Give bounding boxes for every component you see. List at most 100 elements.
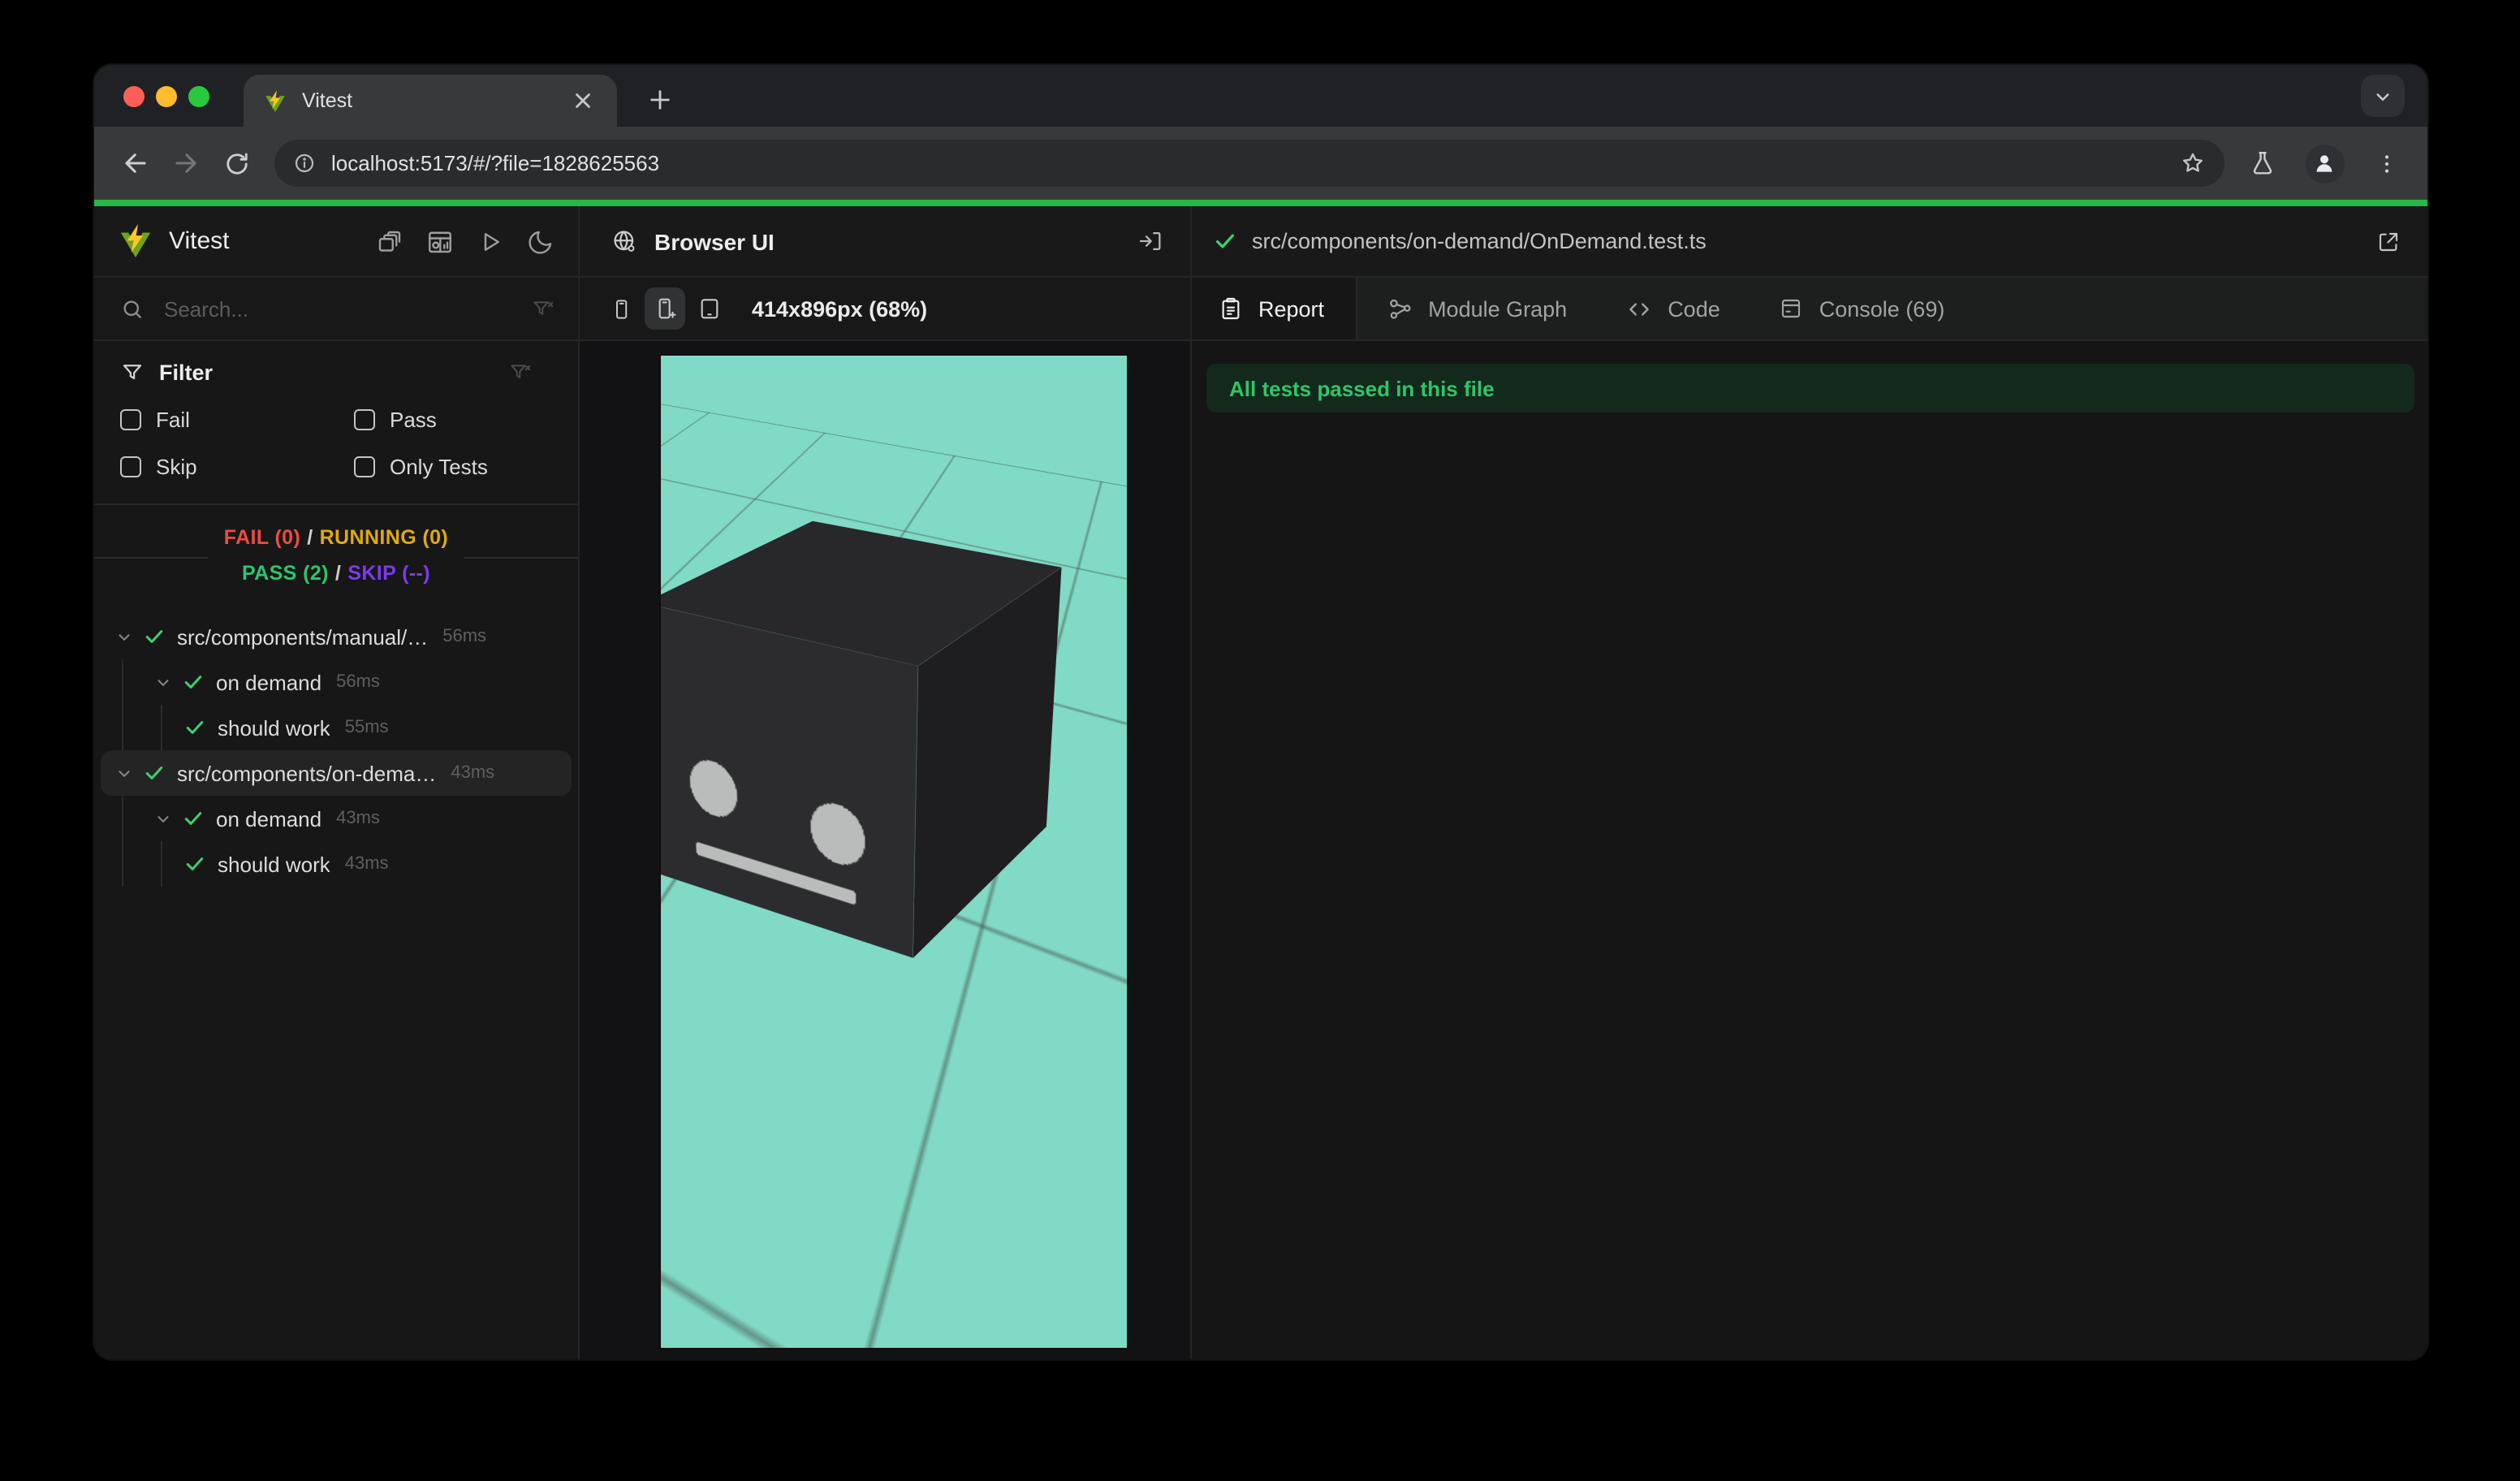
tree-row-file[interactable]: src/components/manual/… 56ms (94, 614, 578, 659)
close-window-button[interactable] (123, 85, 145, 106)
viewport-size-label: 414x896px (68%) (752, 296, 928, 321)
back-arrow-icon (125, 153, 146, 173)
tablet-icon (700, 299, 718, 319)
tree-row-suite[interactable]: on demand 56ms (94, 659, 578, 705)
checkbox[interactable] (354, 409, 375, 430)
tab-report[interactable]: Report (1192, 278, 1357, 339)
skip-count: SKIP (--) (347, 562, 430, 585)
sidebar-toolbar (375, 227, 555, 256)
panel-title: Browser UI (654, 228, 775, 254)
summary-counts: FAIL (0) / RUNNING (0) PASS (2) / SKIP (--) (207, 520, 465, 591)
forward-button[interactable] (161, 138, 211, 188)
tree-row-test[interactable]: should work 43ms (94, 841, 578, 887)
avatar (2305, 144, 2344, 183)
filter-section: Filter Fail Pass Skip Only Tests (94, 341, 578, 505)
filter-title: Filter (159, 361, 214, 385)
screenshot-canvas: Vitest localhost:5173/#/?file=1828625563 (0, 0, 2520, 1481)
test-progress-bar (94, 200, 2427, 206)
zoom-window-button[interactable] (188, 85, 209, 106)
tab-module-graph[interactable]: Module Graph (1357, 278, 1596, 339)
tree-row-test[interactable]: should work 55ms (94, 705, 578, 750)
results-panel: src/components/on-demand/OnDemand.test.t… (1192, 206, 2427, 1359)
window-controls (123, 85, 209, 106)
plus-icon (649, 89, 669, 109)
check-icon (1216, 234, 1234, 248)
url-text: localhost:5173/#/?file=1828625563 (331, 151, 660, 175)
new-tab-button[interactable] (636, 76, 682, 122)
tree-row-suite[interactable]: on demand 43ms (94, 796, 578, 841)
device-phone-small-button[interactable] (601, 287, 641, 330)
clear-filter-icon[interactable] (508, 361, 533, 385)
browser-tab[interactable]: Vitest (244, 75, 617, 127)
checkbox[interactable] (354, 456, 375, 477)
tab-code[interactable]: Code (1596, 278, 1750, 339)
check-icon (186, 721, 204, 734)
profile-button[interactable] (2299, 138, 2350, 188)
bookmark-star-icon[interactable] (2179, 149, 2207, 177)
windows-stack-icon[interactable] (375, 227, 404, 256)
menu-button[interactable] (2361, 138, 2411, 188)
chevron-down-icon[interactable] (154, 810, 172, 827)
browser-toolbar: localhost:5173/#/?file=1828625563 (94, 127, 2427, 200)
check-icon (184, 812, 202, 825)
filter-options: Fail Pass Skip Only Tests (120, 408, 578, 479)
vitest-favicon-icon (265, 89, 285, 112)
dock-panel-right-icon[interactable] (1137, 227, 1164, 255)
device-phone-add-button[interactable] (645, 287, 685, 330)
running-count: RUNNING (0) (319, 526, 449, 549)
chevron-down-icon[interactable] (154, 673, 172, 691)
device-toolbar: 414x896px (68%) (580, 278, 1190, 341)
reload-button[interactable] (211, 138, 261, 188)
fail-count: FAIL (0) (223, 526, 301, 549)
device-tablet-button[interactable] (688, 287, 729, 330)
tab-title: Vitest (302, 89, 353, 112)
chevron-down-icon[interactable] (115, 764, 133, 782)
code-icon (1629, 302, 1650, 315)
check-icon (145, 766, 163, 779)
funnel-icon (123, 365, 142, 380)
browser-window: Vitest localhost:5173/#/?file=1828625563 (94, 65, 2427, 1359)
search-icon (123, 300, 141, 317)
robot-left-eye (688, 754, 739, 823)
filter-checkbox-fail[interactable]: Fail (120, 408, 354, 432)
moon-icon[interactable] (526, 227, 555, 256)
sidebar: Vitest Filter (94, 206, 580, 1359)
results-tabs: Report Module Graph Code Console (69) (1192, 278, 2427, 341)
console-icon (1782, 299, 1801, 318)
report-clipboard-icon (1222, 297, 1240, 320)
url-bar[interactable]: localhost:5173/#/?file=1828625563 (274, 140, 2224, 187)
dashboard-icon[interactable] (425, 227, 455, 256)
experiments-button[interactable] (2237, 138, 2288, 188)
check-icon (145, 630, 163, 643)
robot-cube (661, 520, 1062, 959)
check-icon (186, 857, 204, 870)
test-tree: src/components/manual/… 56ms on demand 5… (94, 607, 578, 1359)
person-icon (2316, 155, 2332, 172)
run-all-icon[interactable] (476, 227, 505, 256)
tester-iframe[interactable] (661, 356, 1127, 1348)
chevron-down-icon[interactable] (115, 628, 133, 646)
flask-icon (2253, 152, 2272, 175)
tab-search-button[interactable] (2361, 75, 2405, 117)
vitest-ui: Vitest Filter (94, 206, 2427, 1359)
checkbox[interactable] (120, 409, 141, 430)
check-icon (184, 676, 202, 689)
filter-checkbox-pass[interactable]: Pass (354, 408, 578, 432)
robot-right-eye (809, 797, 865, 872)
checkbox[interactable] (120, 456, 141, 477)
tree-row-file-selected[interactable]: src/components/on-dema… 43ms (101, 750, 572, 796)
tab-console[interactable]: Console (69) (1750, 278, 1974, 339)
close-tab-icon[interactable] (568, 86, 598, 115)
file-path-header: src/components/on-demand/OnDemand.test.t… (1192, 206, 2427, 278)
back-button[interactable] (110, 138, 161, 188)
vitest-logo-icon (120, 223, 151, 258)
filter-checkbox-only-tests[interactable]: Only Tests (354, 455, 578, 479)
minimize-window-button[interactable] (156, 85, 177, 106)
search-input[interactable] (161, 295, 531, 322)
filter-checkbox-skip[interactable]: Skip (120, 455, 354, 479)
module-graph-icon (1389, 298, 1410, 318)
clear-filter-icon[interactable] (531, 296, 555, 321)
info-icon[interactable] (292, 151, 317, 175)
app-title: Vitest (169, 227, 230, 255)
external-link-icon[interactable] (2375, 228, 2401, 254)
